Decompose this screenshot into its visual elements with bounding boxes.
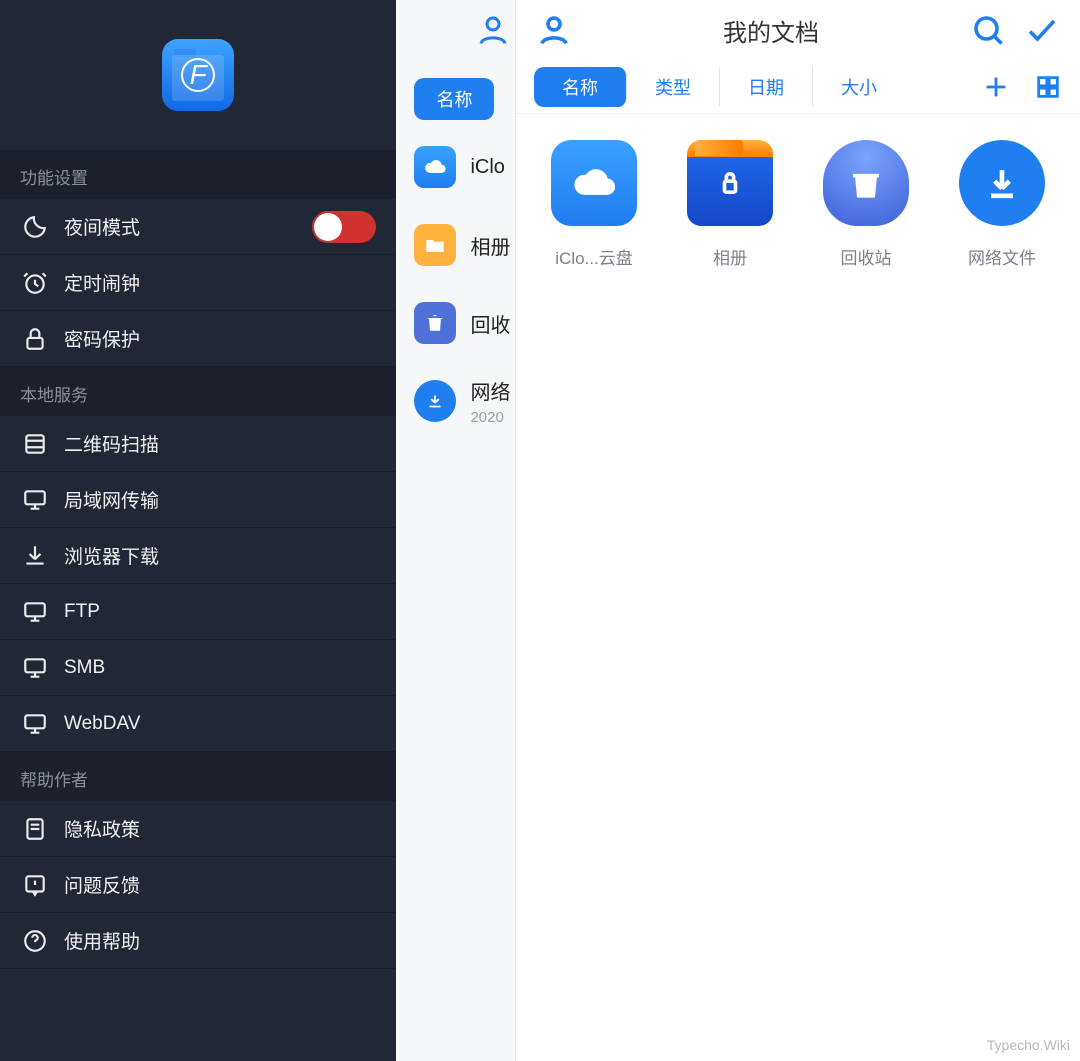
list-item[interactable]: 相册 bbox=[396, 206, 515, 284]
card-net[interactable]: 网络文件 bbox=[944, 140, 1060, 269]
folder-icon bbox=[414, 224, 456, 266]
list-item-label: 回收 bbox=[470, 315, 510, 337]
monitor-icon bbox=[20, 711, 50, 737]
row-help[interactable]: 使用帮助 bbox=[0, 913, 396, 969]
tab-size[interactable]: 大小 bbox=[813, 67, 905, 107]
row-ftp[interactable]: FTP bbox=[0, 584, 396, 640]
sort-segments: 名称 类型 日期 大小 bbox=[534, 67, 905, 107]
moon-icon bbox=[20, 214, 50, 240]
lock-icon bbox=[20, 326, 50, 352]
privacy-label: 隐私政策 bbox=[64, 815, 140, 842]
plus-icon[interactable] bbox=[982, 73, 1010, 101]
monitor-icon bbox=[20, 487, 50, 513]
alert-icon bbox=[20, 872, 50, 898]
monitor-icon bbox=[20, 599, 50, 625]
row-webdav[interactable]: WebDAV bbox=[0, 696, 396, 752]
smb-label: SMB bbox=[64, 657, 105, 679]
row-lan[interactable]: 局域网传输 bbox=[0, 472, 396, 528]
row-lock[interactable]: 密码保护 bbox=[0, 311, 396, 367]
browser-dl-label: 浏览器下载 bbox=[64, 542, 159, 569]
list-item-sublabel: 2020 bbox=[470, 409, 510, 426]
list-item-label: 网络 bbox=[470, 382, 510, 404]
row-qr[interactable]: 二维码扫描 bbox=[0, 416, 396, 472]
clock-icon bbox=[20, 270, 50, 296]
section-help-title: 帮助作者 bbox=[0, 752, 396, 801]
check-icon[interactable] bbox=[1024, 12, 1060, 48]
app-logo-icon: F bbox=[162, 39, 234, 111]
profile-icon[interactable] bbox=[536, 12, 572, 48]
row-privacy[interactable]: 隐私政策 bbox=[0, 801, 396, 857]
settings-drawer: F 功能设置 夜间模式 定时闹钟 密码保护 本地服务 bbox=[0, 0, 396, 1061]
qr-label: 二维码扫描 bbox=[64, 430, 159, 457]
row-feedback[interactable]: 问题反馈 bbox=[0, 857, 396, 913]
locked-folder-icon bbox=[687, 140, 773, 226]
trash-icon bbox=[414, 302, 456, 344]
card-label: iClo...云盘 bbox=[555, 244, 632, 269]
card-label: 网络文件 bbox=[968, 244, 1036, 269]
list-item[interactable]: 回收 bbox=[396, 284, 515, 362]
row-smb[interactable]: SMB bbox=[0, 640, 396, 696]
search-icon[interactable] bbox=[970, 12, 1006, 48]
help-icon bbox=[20, 928, 50, 954]
row-browser-dl[interactable]: 浏览器下载 bbox=[0, 528, 396, 584]
grid-view-icon[interactable] bbox=[1034, 73, 1062, 101]
cloud-icon bbox=[414, 146, 456, 188]
monitor-icon bbox=[20, 655, 50, 681]
night-mode-label: 夜间模式 bbox=[64, 213, 140, 240]
document-icon bbox=[20, 816, 50, 842]
section-local-title: 本地服务 bbox=[0, 367, 396, 416]
list-item-label: iClo bbox=[470, 156, 504, 178]
alarm-label: 定时闹钟 bbox=[64, 269, 140, 296]
tab-name[interactable]: 名称 bbox=[534, 67, 627, 107]
mid-tab-name[interactable]: 名称 bbox=[414, 78, 494, 120]
profile-icon[interactable] bbox=[475, 12, 511, 48]
list-item[interactable]: iClo bbox=[396, 128, 515, 206]
list-item[interactable]: 网络 2020 bbox=[396, 362, 515, 440]
download-circle-icon bbox=[414, 380, 456, 422]
ftp-label: FTP bbox=[64, 601, 100, 623]
card-label: 相册 bbox=[713, 244, 747, 269]
night-mode-toggle[interactable] bbox=[312, 211, 376, 243]
documents-panel: 我的文档 名称 类型 日期 大小 iClo...云盘 bbox=[516, 0, 1080, 1061]
page-title: 我的文档 bbox=[723, 13, 819, 48]
qr-icon bbox=[20, 431, 50, 457]
row-alarm[interactable]: 定时闹钟 bbox=[0, 255, 396, 311]
lock-label: 密码保护 bbox=[64, 325, 140, 352]
tab-date[interactable]: 日期 bbox=[720, 67, 813, 107]
card-album[interactable]: 相册 bbox=[672, 140, 788, 269]
cloud-icon bbox=[551, 140, 637, 226]
webdav-label: WebDAV bbox=[64, 713, 140, 735]
card-bin[interactable]: 回收站 bbox=[808, 140, 924, 269]
list-item-label: 相册 bbox=[470, 237, 510, 259]
background-list-panel: 名称 iClo 相册 回收 网络 2020 bbox=[396, 0, 516, 1061]
lan-label: 局域网传输 bbox=[64, 486, 159, 513]
download-icon bbox=[20, 543, 50, 569]
section-settings-title: 功能设置 bbox=[0, 150, 396, 199]
feedback-label: 问题反馈 bbox=[64, 871, 140, 898]
watermark-text: Typecho.Wiki bbox=[987, 1037, 1070, 1053]
card-icloud[interactable]: iClo...云盘 bbox=[536, 140, 652, 269]
download-circle-icon bbox=[959, 140, 1045, 226]
app-logo-area: F bbox=[0, 0, 396, 150]
help-label: 使用帮助 bbox=[64, 927, 140, 954]
trash-icon bbox=[823, 140, 909, 226]
card-label: 回收站 bbox=[841, 244, 892, 269]
tab-type[interactable]: 类型 bbox=[627, 67, 720, 107]
row-night-mode[interactable]: 夜间模式 bbox=[0, 199, 396, 255]
